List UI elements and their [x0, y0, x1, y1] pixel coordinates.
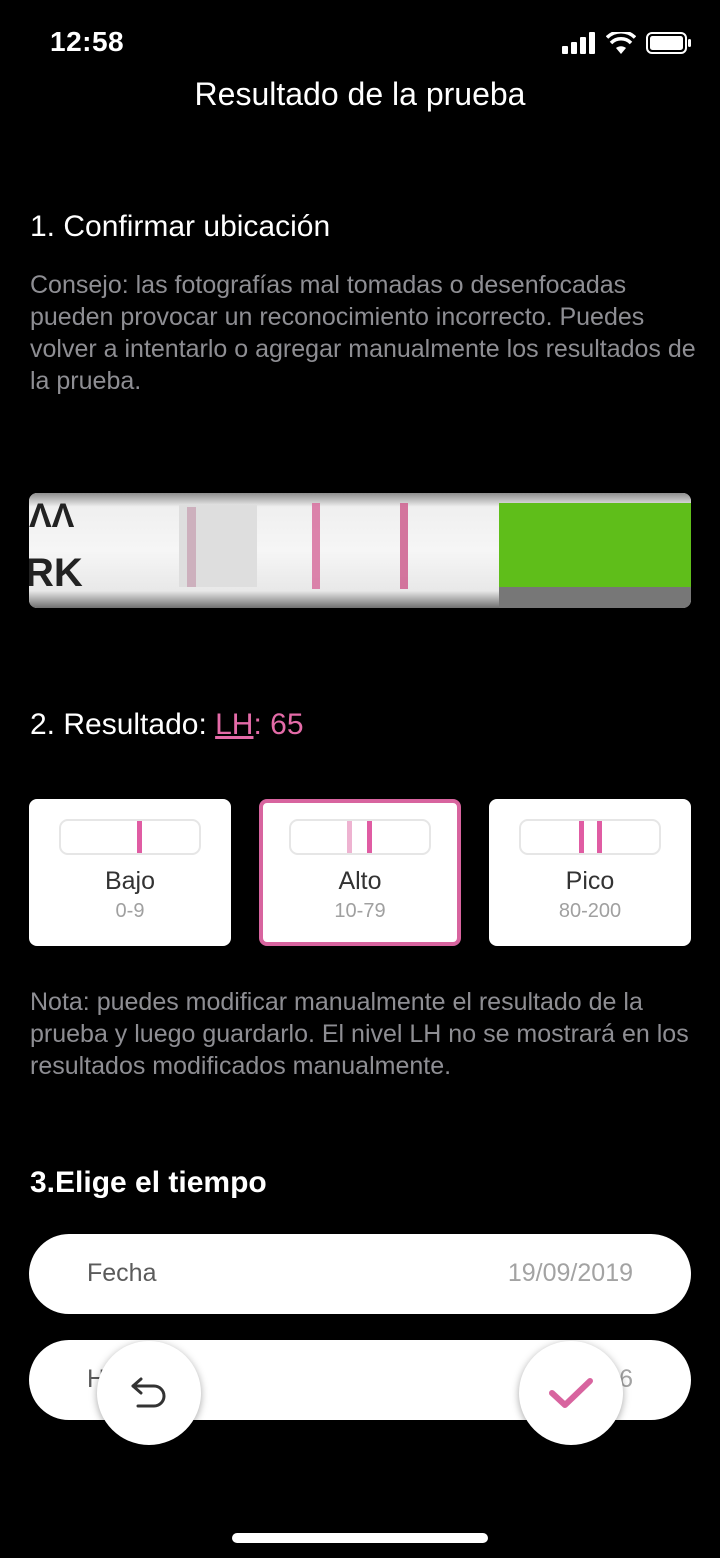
home-indicator: [232, 1533, 488, 1543]
date-value: 19/09/2019: [507, 1259, 633, 1287]
strip-line: [137, 821, 142, 853]
strip-line: [367, 821, 372, 853]
level-range: 0-9: [115, 900, 145, 922]
level-range: 80-200: [558, 900, 622, 922]
mini-strip-icon: [59, 819, 201, 855]
wifi-icon: [606, 32, 636, 54]
page-title: Resultado de la prueba: [194, 76, 526, 112]
status-icons: [562, 32, 692, 54]
test-strip-image: [29, 493, 691, 608]
strip-line: [597, 821, 602, 853]
result-heading: 2. Resultado: LH: 65: [30, 708, 304, 742]
date-label: Fecha: [87, 1259, 157, 1287]
status-time: 12:58: [50, 26, 125, 57]
strip-line: [579, 821, 584, 853]
back-button[interactable]: [97, 1341, 201, 1445]
signal-icon: [562, 32, 595, 54]
level-name: Pico: [565, 867, 615, 895]
confirm-button[interactable]: [519, 1341, 623, 1445]
level-name: Alto: [338, 867, 382, 895]
checkmark-icon: [549, 1378, 593, 1408]
level-range: 10-79: [334, 900, 386, 922]
undo-arrow-icon: [131, 1377, 166, 1408]
level-card-bajo[interactable]: Bajo 0-9: [29, 799, 231, 946]
confirm-location-heading: 1. Confirmar ubicación: [30, 210, 331, 243]
strip-text-bottom: RK: [29, 551, 83, 595]
battery-icon: [646, 32, 691, 54]
level-card-alto[interactable]: Alto 10-79: [259, 799, 461, 946]
lh-value: : 65: [253, 708, 304, 741]
test-strip-photo: ΛΛ RK: [29, 493, 691, 608]
strip-line-faint: [347, 821, 352, 853]
level-name: Bajo: [104, 867, 156, 895]
level-card-pico[interactable]: Pico 80-200: [489, 799, 691, 946]
choose-time-heading: 3.Elige el tiempo: [30, 1166, 267, 1199]
lh-info-link[interactable]: LH: [215, 708, 253, 741]
manual-edit-note: Nota: puedes modificar manualmente el re…: [30, 988, 689, 1080]
strip-text-top: ΛΛ: [29, 497, 75, 535]
photo-tip-text: Consejo: las fotografías mal tomadas o d…: [30, 271, 696, 395]
mini-strip-icon: [289, 819, 431, 855]
mini-strip-icon: [519, 819, 661, 855]
date-field[interactable]: Fecha 19/09/2019: [29, 1234, 691, 1314]
result-heading-prefix: 2. Resultado:: [30, 708, 216, 741]
